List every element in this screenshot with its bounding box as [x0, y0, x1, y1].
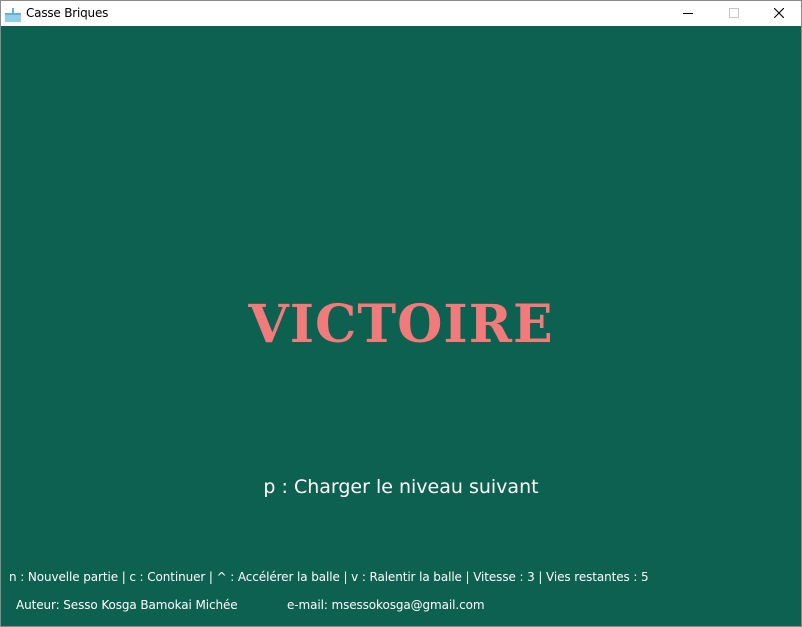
- window-title: Casse Briques: [26, 6, 109, 20]
- close-button[interactable]: [756, 1, 801, 26]
- controls-status-line: n : Nouvelle partie | c : Continuer | ^ …: [9, 570, 649, 584]
- maximize-button[interactable]: [711, 1, 757, 26]
- application-window: Casse Briques VICTOIRE p : Charger le ni…: [0, 0, 802, 627]
- author-credit: Auteur: Sesso Kosga Bamokai Michée: [16, 598, 238, 612]
- app-icon: [5, 7, 21, 22]
- game-area[interactable]: VICTOIRE p : Charger le niveau suivant n…: [1, 26, 801, 626]
- minimize-icon: [683, 13, 693, 14]
- victory-title: VICTOIRE: [248, 294, 554, 355]
- minimize-button[interactable]: [665, 1, 711, 26]
- title-bar[interactable]: Casse Briques: [1, 1, 801, 26]
- close-icon: [774, 8, 784, 18]
- author-email: e-mail: msessokosga@gmail.com: [287, 598, 485, 612]
- maximize-icon: [729, 8, 739, 18]
- next-level-hint: p : Charger le niveau suivant: [263, 476, 539, 498]
